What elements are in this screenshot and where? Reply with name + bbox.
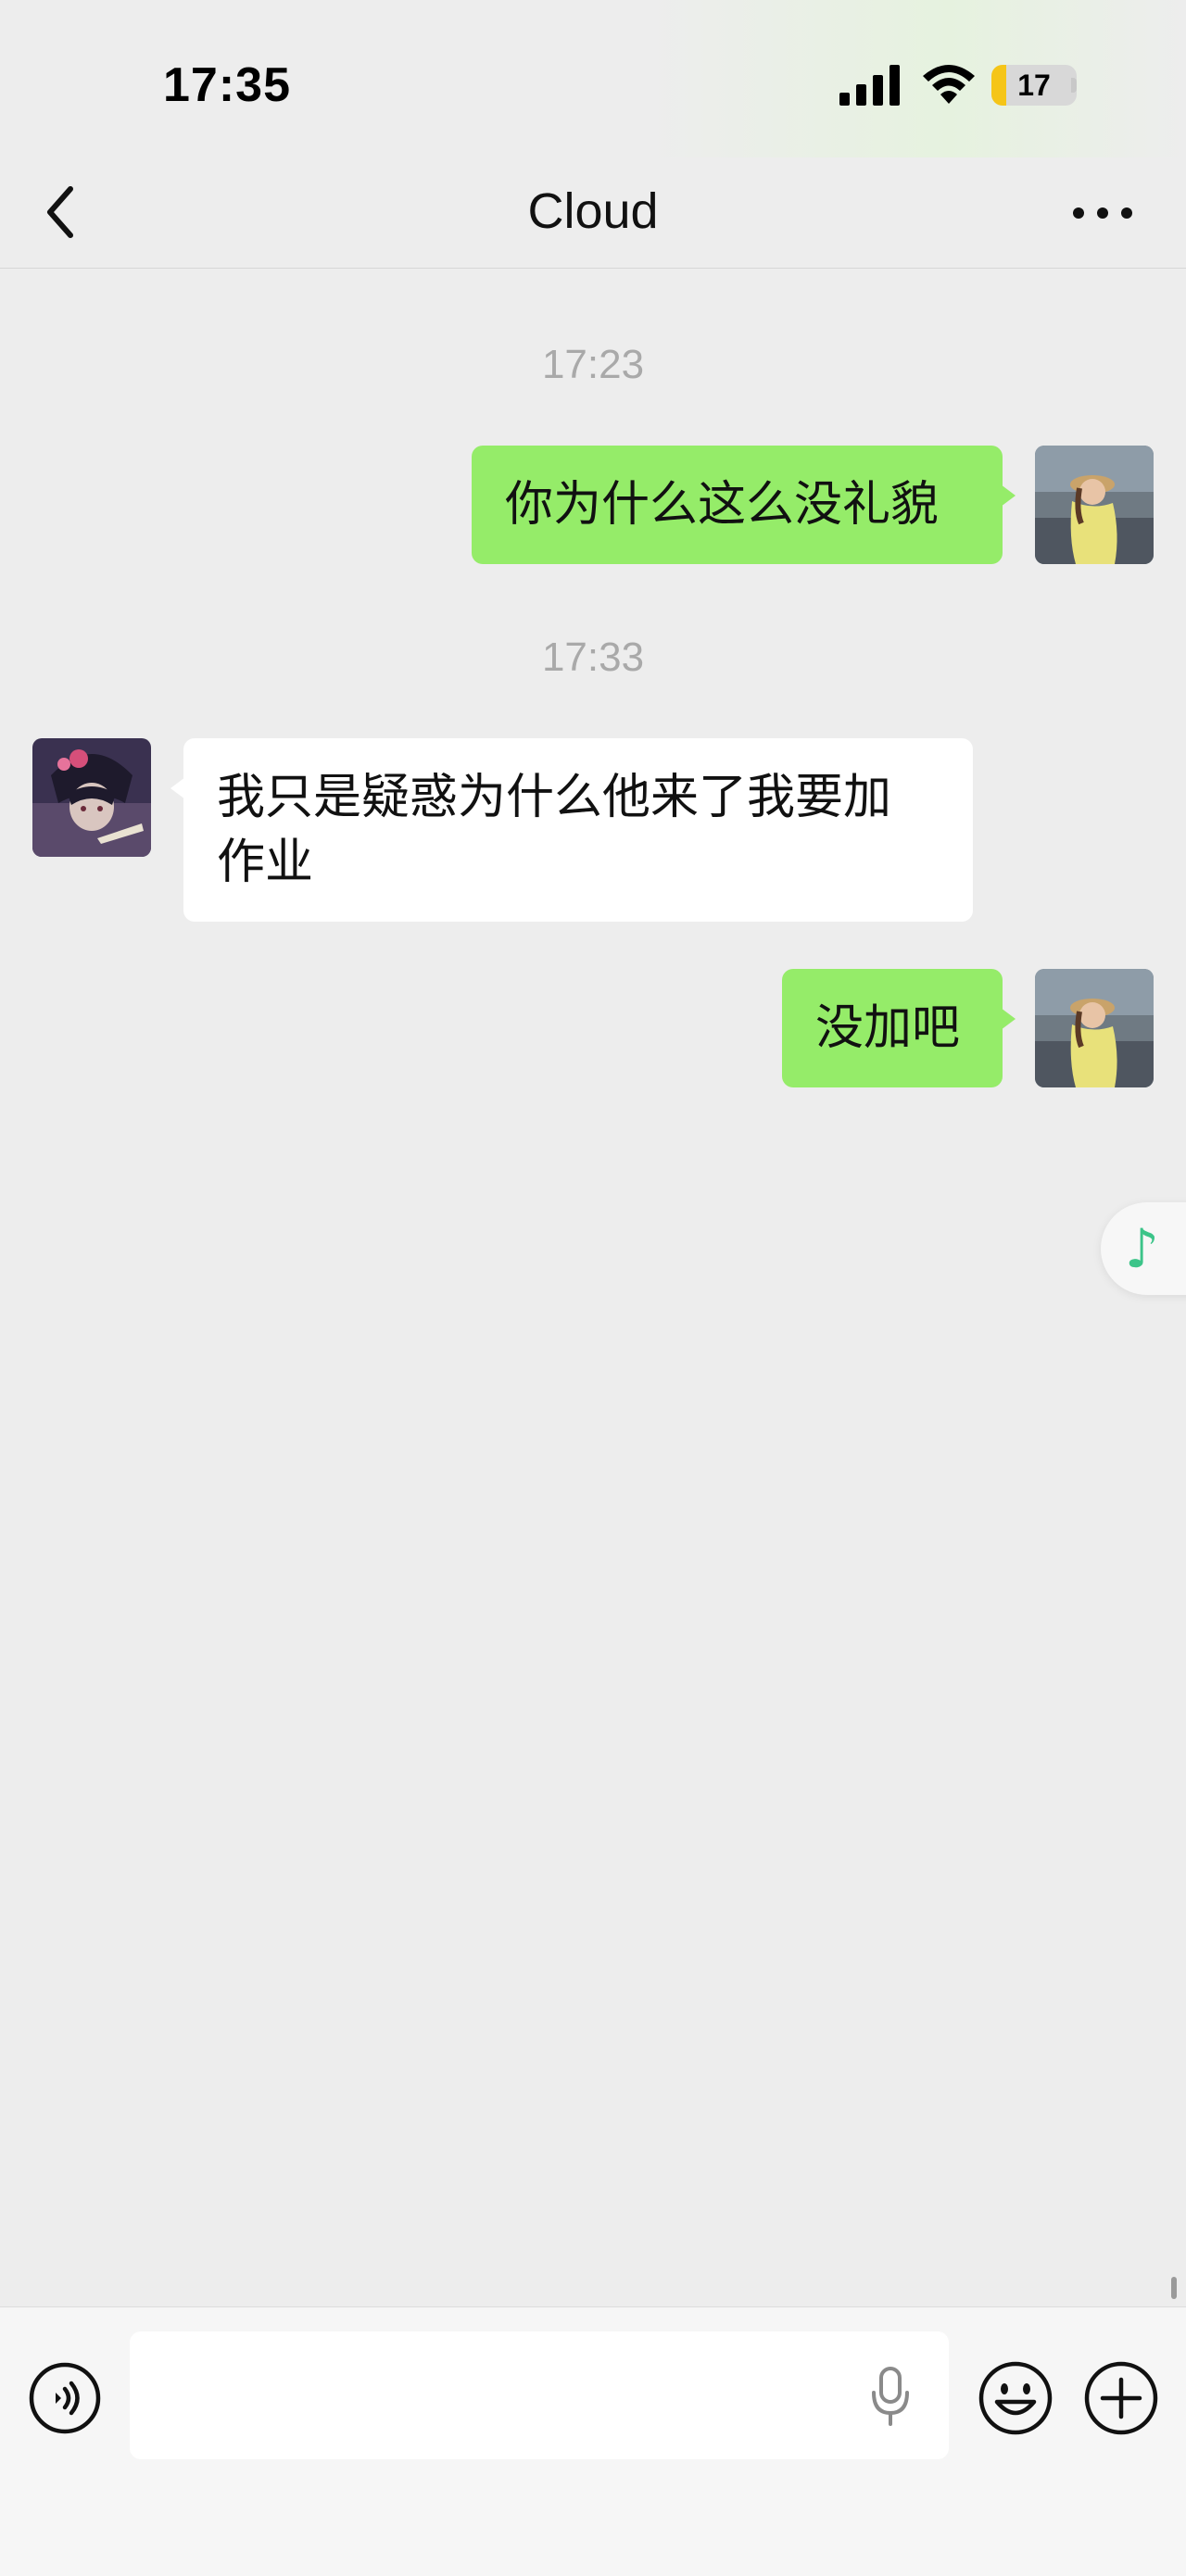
my-avatar[interactable] [1035, 969, 1154, 1087]
message-timestamp: 17:33 [541, 635, 645, 680]
emoji-icon [978, 2361, 1053, 2435]
message-text-line: 我只是疑惑为什么他来了我要加 [217, 770, 892, 825]
avatar-image [32, 738, 151, 857]
battery-level: 17 [1017, 69, 1051, 102]
voice-toggle-button[interactable] [28, 2361, 102, 2435]
status-time: 17:35 [163, 58, 291, 112]
input-bar [0, 2306, 1186, 2576]
contact-message-bubble[interactable]: 我只是疑惑为什么他来了我要加 作业 [170, 738, 973, 922]
plus-icon [1084, 2361, 1158, 2435]
floating-music-button[interactable]: ♪ [1101, 1202, 1186, 1295]
voice-icon [29, 2362, 101, 2434]
chat-area[interactable]: 17:23 你为什么这么没礼貌 17:33 我只是疑惑为什么他来了我要加 作业 … [0, 270, 1186, 2307]
message-input[interactable] [130, 2331, 949, 2459]
more-dots-icon [1073, 207, 1132, 219]
message-text: 没加吧 [815, 1000, 961, 1056]
battery-indicator: 17 [991, 65, 1077, 106]
chat-title: Cloud [527, 183, 659, 239]
my-message-bubble[interactable]: 你为什么这么没礼貌 [472, 446, 1016, 564]
microphone-icon[interactable] [867, 2365, 914, 2430]
avatar-image [1035, 969, 1154, 1087]
my-avatar[interactable] [1035, 446, 1154, 564]
message-text-line: 作业 [217, 835, 314, 890]
battery-cap [1071, 78, 1077, 93]
avatar-image [1035, 446, 1154, 564]
chevron-left-icon [47, 186, 73, 238]
scroll-indicator [1171, 2277, 1177, 2299]
emoji-button[interactable] [977, 2359, 1054, 2437]
message-timestamp: 17:23 [541, 342, 645, 387]
microphone-glyph [872, 2367, 909, 2426]
nav-bar: Cloud [0, 157, 1186, 269]
back-button[interactable] [37, 180, 93, 245]
status-bar: 17:35 17 [0, 0, 1186, 157]
music-note-icon: ♪ [1125, 1217, 1160, 1280]
my-message-bubble[interactable]: 没加吧 [782, 969, 1016, 1087]
more-functions-button[interactable] [1082, 2359, 1160, 2437]
cellular-signal-icon [839, 65, 900, 106]
contact-avatar[interactable] [32, 738, 151, 857]
more-button[interactable] [1066, 195, 1140, 232]
wifi-icon [923, 65, 975, 104]
message-text: 你为什么这么没礼貌 [505, 477, 940, 533]
